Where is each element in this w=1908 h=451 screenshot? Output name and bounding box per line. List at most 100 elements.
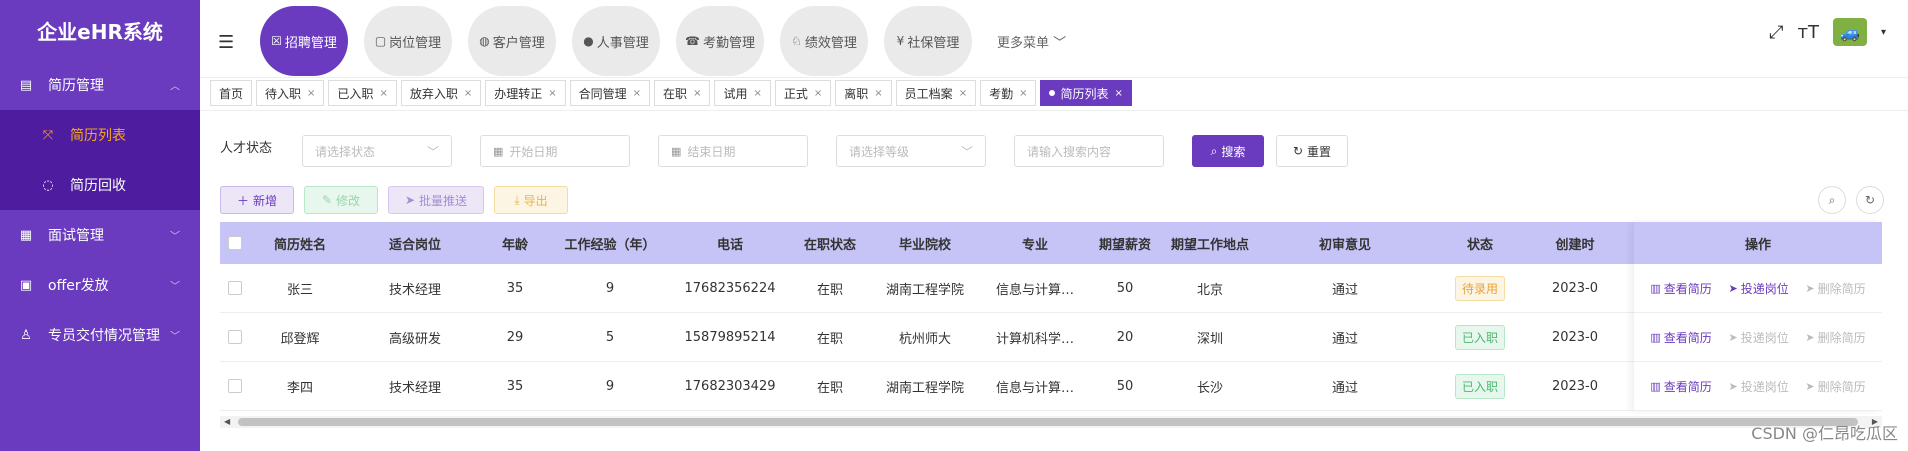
- tag-item[interactable]: 在职 ×: [654, 80, 711, 106]
- start-date-input[interactable]: ▦ 开始日期: [480, 135, 631, 167]
- batch-push-button[interactable]: ➤ 批量推送: [388, 186, 484, 214]
- tag-item[interactable]: 办理转正 ×: [485, 80, 566, 106]
- column-header[interactable]: 在职状态: [790, 234, 870, 253]
- delete-resume-link[interactable]: ➤ 删除简历: [1805, 378, 1865, 395]
- column-header[interactable]: 简历姓名: [250, 234, 350, 253]
- scroll-left-icon[interactable]: ◀: [224, 416, 230, 428]
- table-row[interactable]: 张三 技术经理 35 9 17682356224 在职 湖南工程学院 信息与计算…: [220, 264, 1882, 313]
- close-icon[interactable]: ×: [1019, 88, 1027, 99]
- column-header[interactable]: 年龄: [480, 234, 550, 253]
- tag-item[interactable]: 考勤 ×: [980, 80, 1037, 106]
- caret-down-icon[interactable]: ▾: [1881, 27, 1886, 38]
- avatar[interactable]: 🚙: [1832, 18, 1867, 46]
- close-icon[interactable]: ×: [633, 88, 641, 99]
- deliver-position-link[interactable]: ➤ 投递岗位: [1728, 280, 1788, 297]
- tag-item-active[interactable]: 简历列表 ×: [1040, 80, 1132, 106]
- view-resume-link[interactable]: ▥ 查看简历: [1650, 280, 1711, 297]
- view-resume-link[interactable]: ▥ 查看简历: [1650, 329, 1711, 346]
- row-checkbox[interactable]: [220, 281, 250, 296]
- tag-item[interactable]: 已入职 ×: [328, 80, 397, 106]
- refresh-button[interactable]: ↻: [1856, 186, 1884, 214]
- sidebar-subitem-resume-recycle[interactable]: ◌ 简历回收: [0, 160, 200, 210]
- delete-resume-link[interactable]: ➤ 删除简历: [1805, 280, 1865, 297]
- close-icon[interactable]: ×: [693, 88, 701, 99]
- close-icon[interactable]: ×: [464, 88, 472, 99]
- column-header[interactable]: 工作经验（年）: [550, 234, 670, 253]
- row-checkbox[interactable]: [220, 330, 250, 345]
- level-select[interactable]: 请选择等级 ﹀: [836, 135, 987, 167]
- column-header[interactable]: 期望薪资: [1090, 234, 1160, 253]
- font-size-icon[interactable]: ᴛT: [1797, 22, 1818, 43]
- column-header[interactable]: 适合岗位: [350, 234, 480, 253]
- scrollbar-thumb[interactable]: [238, 418, 1858, 426]
- search-button[interactable]: ⌕ 搜索: [1192, 135, 1265, 167]
- end-date-input[interactable]: ▦ 结束日期: [658, 135, 809, 167]
- tag-item[interactable]: 员工档案 ×: [895, 80, 977, 106]
- deliver-position-link[interactable]: ➤ 投递岗位: [1728, 329, 1788, 346]
- select-all-checkbox[interactable]: [220, 236, 250, 251]
- sidebar-item-offer[interactable]: ▣ offer发放 ﹀: [0, 260, 200, 310]
- tag-item[interactable]: 离职 ×: [835, 80, 892, 106]
- sidebar-subitem-resume-list[interactable]: ⤧ 简历列表: [0, 110, 200, 160]
- plus-icon: ＋: [236, 193, 249, 208]
- close-icon[interactable]: ×: [753, 88, 761, 99]
- column-header[interactable]: 毕业院校: [870, 234, 980, 253]
- column-header[interactable]: 创建时: [1530, 234, 1620, 253]
- tag-home[interactable]: 首页: [210, 80, 253, 106]
- row-checkbox[interactable]: [220, 379, 250, 394]
- tag-item[interactable]: 待入职 ×: [256, 80, 325, 106]
- search-input[interactable]: 请输入搜索内容: [1014, 135, 1165, 167]
- edit-button[interactable]: ✎ 修改: [304, 186, 378, 214]
- column-header[interactable]: 专业: [980, 234, 1090, 253]
- search-toggle-button[interactable]: ⌕: [1818, 186, 1846, 214]
- checkbox[interactable]: [228, 379, 242, 393]
- column-header[interactable]: 期望工作地点: [1160, 234, 1260, 253]
- fullscreen-icon[interactable]: ⤢: [1769, 22, 1783, 43]
- table-row[interactable]: 李四 技术经理 35 9 17682303429 在职 湖南工程学院 信息与计算…: [220, 362, 1882, 411]
- refresh-icon: ↻: [1292, 144, 1304, 158]
- close-icon[interactable]: ×: [307, 88, 315, 99]
- close-icon[interactable]: ×: [814, 88, 822, 99]
- tag-item[interactable]: 试用 ×: [714, 80, 771, 106]
- top-nav-position[interactable]: ▢ 岗位管理: [364, 6, 452, 76]
- top-nav-performance[interactable]: ♘ 绩效管理: [780, 6, 868, 76]
- close-icon[interactable]: ×: [379, 88, 387, 99]
- sidebar-item-delivery[interactable]: ♙ 专员交付情况管理 ﹀: [0, 310, 200, 360]
- delete-resume-link[interactable]: ➤ 删除简历: [1805, 329, 1865, 346]
- close-icon[interactable]: ×: [959, 88, 967, 99]
- sidebar-item-resume[interactable]: ▤ 简历管理 ︿: [0, 60, 200, 110]
- tag-item[interactable]: 放弃入职 ×: [400, 80, 482, 106]
- checkbox[interactable]: [228, 330, 242, 344]
- close-icon[interactable]: ×: [1115, 88, 1123, 99]
- checkbox[interactable]: [228, 236, 242, 250]
- view-resume-link[interactable]: ▥ 查看简历: [1650, 378, 1711, 395]
- add-button[interactable]: ＋ 新增: [220, 186, 294, 214]
- export-button[interactable]: ⤓ 导出: [494, 186, 568, 214]
- reset-button[interactable]: ↻ 重置: [1276, 135, 1349, 167]
- close-icon[interactable]: ×: [548, 88, 556, 99]
- tag-item[interactable]: 合同管理 ×: [569, 80, 651, 106]
- top-nav-social[interactable]: ¥ 社保管理: [884, 6, 972, 76]
- column-header[interactable]: 电话: [670, 234, 790, 253]
- sidebar-subitem-label: 简历回收: [70, 178, 126, 194]
- horizontal-scrollbar[interactable]: ◀ ▶: [220, 416, 1882, 428]
- hamburger-icon[interactable]: ☰: [218, 32, 234, 53]
- cell-age: 35: [506, 280, 524, 296]
- close-icon[interactable]: ×: [874, 88, 882, 99]
- tag-item[interactable]: 正式 ×: [774, 80, 832, 106]
- more-menu[interactable]: 更多菜单 ﹀: [997, 32, 1066, 51]
- status-select[interactable]: 请选择状态 ﹀: [302, 135, 453, 167]
- column-header[interactable]: 初审意见: [1260, 234, 1430, 253]
- top-nav-recruit[interactable]: ☒ 招聘管理: [260, 6, 348, 76]
- top-nav-customer[interactable]: ◍ 客户管理: [468, 6, 556, 76]
- top-nav-attendance[interactable]: ☎ 考勤管理: [676, 6, 764, 76]
- table-row[interactable]: 邱登辉 高级研发 29 5 15879895214 在职 杭州师大 计算机科学……: [220, 313, 1882, 362]
- column-header[interactable]: 状态: [1430, 234, 1530, 253]
- sidebar-item-interview[interactable]: ▦ 面试管理 ﹀: [0, 210, 200, 260]
- cell-position: 技术经理: [388, 380, 441, 396]
- checkbox[interactable]: [228, 281, 242, 295]
- deliver-position-link[interactable]: ➤ 投递岗位: [1728, 378, 1788, 395]
- cell-school: 杭州师大: [898, 331, 951, 347]
- top-nav-hr[interactable]: ● 人事管理: [572, 6, 660, 76]
- tag-label: 放弃入职: [409, 86, 458, 101]
